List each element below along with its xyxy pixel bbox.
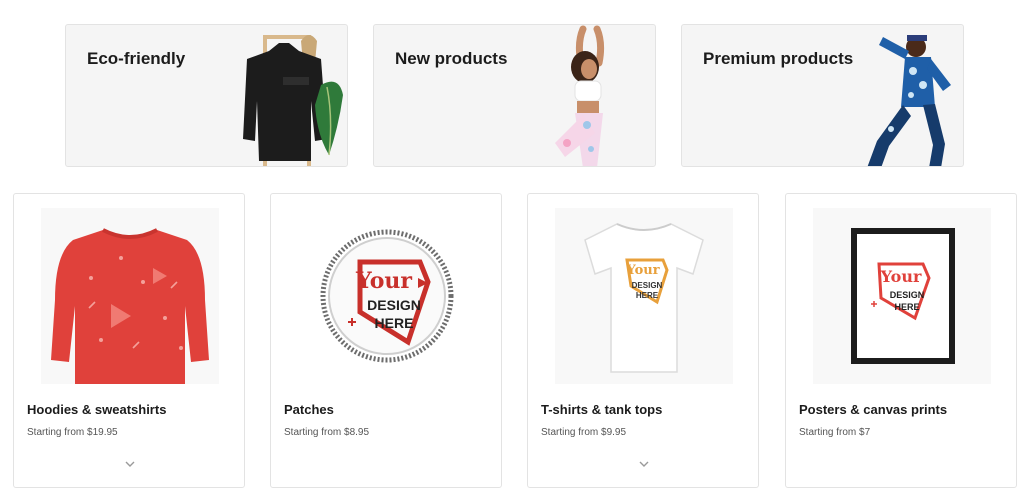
clothing-rack-image	[243, 35, 343, 166]
collection-title: Eco-friendly	[87, 49, 186, 68]
product-card-posters[interactable]: Your DESIGN HERE Posters & canvas prints…	[785, 193, 1017, 488]
product-price: Starting from $19.95	[27, 427, 118, 438]
mockup-text-design: DESIGN	[632, 281, 663, 290]
mockup-text-your: Your	[355, 268, 412, 294]
mockup-text-your: Your	[625, 263, 659, 278]
collection-card-eco-friendly[interactable]: Eco-friendly	[65, 24, 348, 167]
sweatshirt-image	[51, 228, 209, 384]
product-price: Starting from $9.95	[541, 427, 627, 438]
mockup-text-design: DESIGN	[367, 297, 421, 313]
product-image	[41, 208, 219, 384]
product-card-tshirts[interactable]: Your DESIGN HERE T-shirts & tank tops St…	[527, 193, 759, 488]
product-name: Posters & canvas prints	[799, 402, 948, 417]
product-price: Starting from $8.95	[284, 427, 370, 438]
collection-card-new-products[interactable]: New products	[373, 24, 656, 167]
product-name: Hoodies & sweatshirts	[27, 402, 167, 417]
patch-image: Your DESIGN HERE	[320, 229, 454, 363]
mockup-text-here: HERE	[894, 302, 919, 312]
product-name: T-shirts & tank tops	[541, 402, 663, 417]
framed-poster-image: Your DESIGN HERE	[851, 228, 955, 364]
product-image: Your DESIGN HERE	[298, 208, 476, 384]
mockup-text-design: DESIGN	[890, 290, 925, 300]
product-name: Patches	[284, 402, 334, 417]
mockup-text-here: HERE	[375, 315, 414, 331]
model-dancing-image	[867, 35, 951, 166]
product-card-hoodies[interactable]: Hoodies & sweatshirts Starting from $19.…	[13, 193, 245, 488]
mockup-text-here: HERE	[636, 291, 659, 300]
product-price: Starting from $7	[799, 427, 871, 438]
collection-card-premium-products[interactable]: Premium products	[681, 24, 964, 167]
tshirt-image: Your DESIGN HERE	[584, 223, 704, 373]
product-card-patches[interactable]: Your DESIGN HERE Patches Starting from $…	[270, 193, 502, 488]
product-image: Your DESIGN HERE	[813, 208, 991, 384]
chevron-down-icon[interactable]	[636, 458, 652, 470]
chevron-down-icon[interactable]	[122, 458, 138, 470]
model-yoga-image	[555, 25, 605, 166]
mockup-text-your: Your	[880, 267, 922, 286]
collection-title: New products	[395, 49, 508, 68]
product-image: Your DESIGN HERE	[555, 208, 733, 384]
